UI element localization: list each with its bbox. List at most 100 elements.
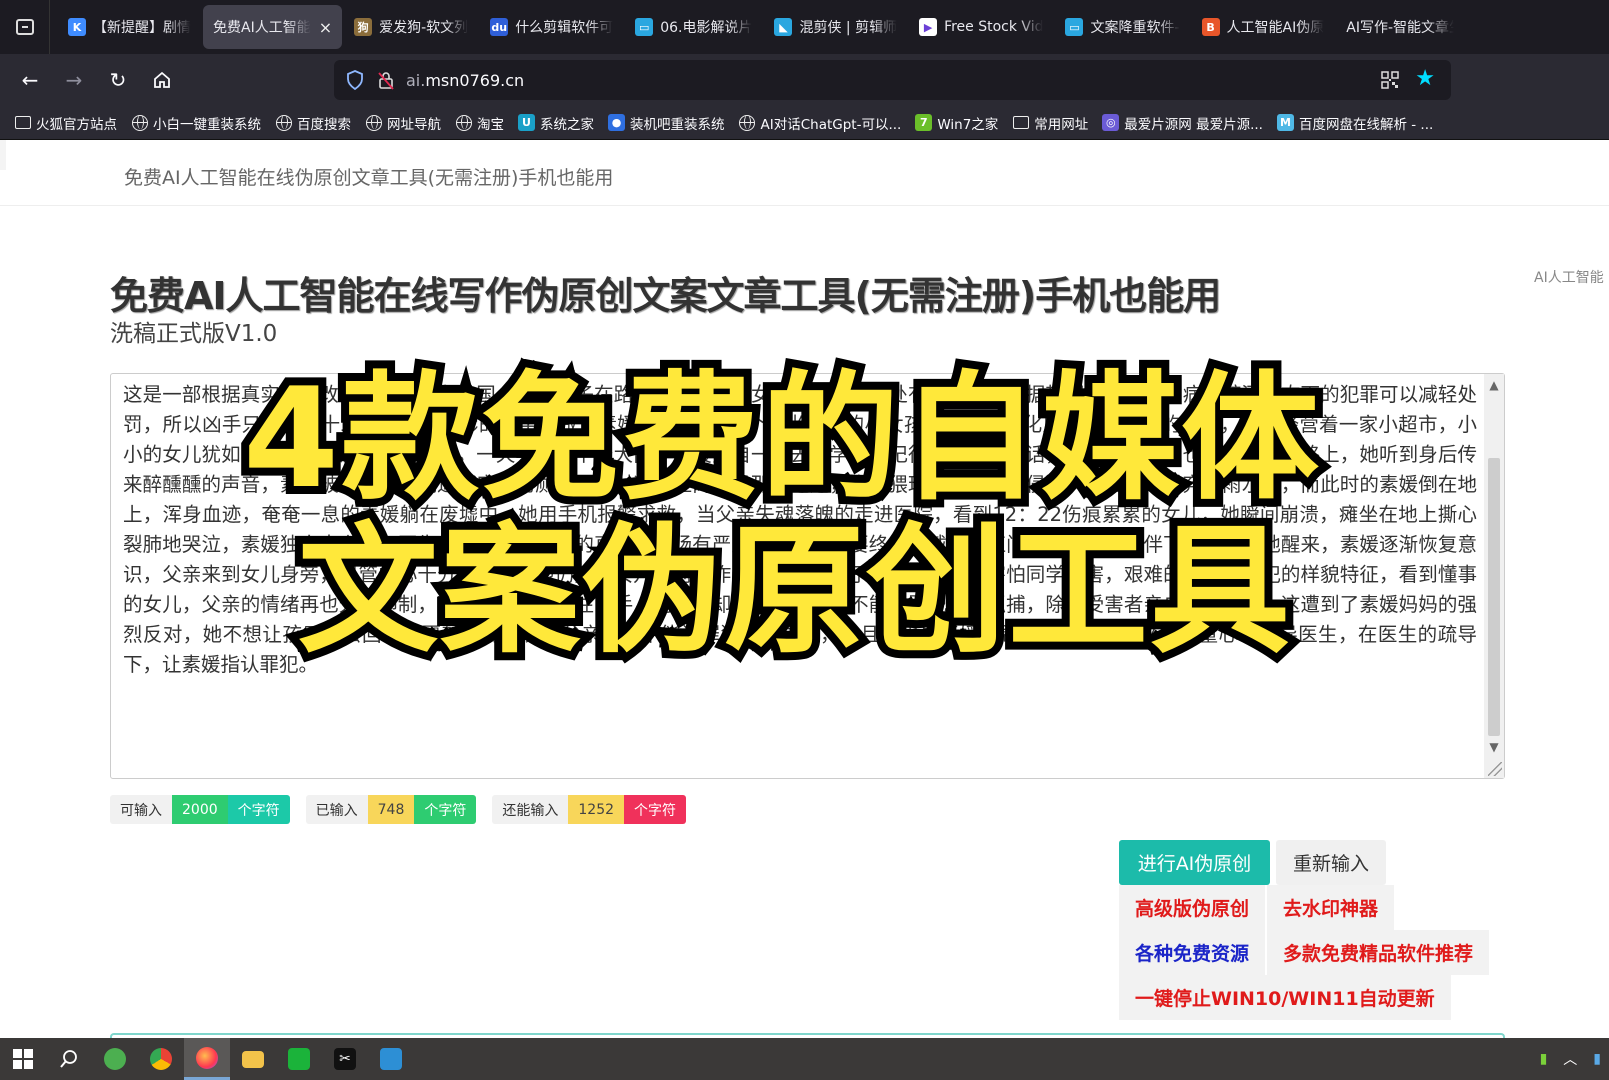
green-app-taskbar-item[interactable] (276, 1038, 322, 1080)
url-host: msn0769.cn (425, 70, 525, 90)
counter-label: 可输入 (110, 795, 172, 824)
scroll-up-icon[interactable]: ▲ (1484, 376, 1504, 394)
article-textarea[interactable]: 这是一部根据真实事件改编的电影，在韩国，一名男子在路边强奸了一个女童，其后被判处… (110, 373, 1505, 779)
counter-value: 748 (367, 795, 415, 824)
globe-icon (455, 114, 472, 131)
firefox-icon (196, 1046, 218, 1069)
page-title: 免费AI人工智能在线写作伪原创文案文章工具(无需注册)手机也能用 (110, 274, 1221, 318)
file-explorer-icon (242, 1050, 264, 1068)
char-counter: 可输入 2000 个字符 (110, 795, 290, 824)
tab[interactable]: K 【新提醒】剧情 (58, 5, 201, 49)
file-explorer-taskbar-item[interactable] (230, 1038, 276, 1080)
address-bar[interactable]: ai.msn0769.cn ★ (334, 60, 1451, 100)
software-recommend-link[interactable]: 多款免费精品软件推荐 (1267, 930, 1490, 975)
site-favicon-icon: ● (608, 114, 625, 131)
tab-title: 什么剪辑软件可 (515, 20, 614, 36)
close-tab-icon[interactable]: × (319, 18, 332, 37)
bookmark-label: 网址导航 (387, 116, 441, 133)
battery-icon[interactable]: ▮ (1540, 1051, 1548, 1067)
side-note: AI人工智能 (1534, 270, 1604, 286)
tab-title: 混剪侠 | 剪辑师 (799, 20, 898, 36)
tab[interactable]: AI写作-智能文章生 (1336, 5, 1464, 49)
bookmark-label: 装机吧重装系统 (630, 116, 725, 133)
tab-title: 06.电影解说片 (660, 20, 753, 36)
tab[interactable]: B 人工智能AI伪原 (1192, 5, 1335, 49)
counter-label: 还能输入 (492, 795, 569, 824)
dog-icon: 狗 (354, 18, 373, 36)
bookmark-item[interactable]: ◎ 最爱片源网 最爱片源... (1102, 113, 1263, 133)
web-page: 免费AI人工智能在线伪原创文章工具(无需注册)手机也能用 AI人工智能 免费AI… (0, 140, 1609, 1038)
stop-windows-update-link[interactable]: 一键停止WIN10/WIN11自动更新 (1119, 975, 1451, 1020)
bookmark-item[interactable]: M 百度网盘在线解析 - ... (1276, 113, 1433, 133)
start-button[interactable] (0, 1038, 46, 1080)
bookmark-item[interactable]: ● 装机吧重装系统 (608, 113, 725, 133)
tab-active[interactable]: 免费AI人工智能 × (203, 5, 343, 49)
bookmark-item[interactable]: 7 Win7之家 (915, 113, 998, 133)
reset-button[interactable]: 重新输入 (1276, 840, 1386, 885)
tab[interactable]: ▭ 06.电影解说片 (625, 5, 762, 49)
tray-overflow-icon[interactable]: ︿ (1563, 1049, 1577, 1069)
bookmark-item[interactable]: AI对话ChatGpt-可以... (739, 113, 901, 133)
globe-icon (365, 114, 382, 131)
url-text[interactable]: ai.msn0769.cn (406, 71, 524, 90)
tab[interactable]: 狗爱发狗-软文列 (344, 5, 478, 49)
article-text[interactable]: 这是一部根据真实事件改编的电影，在韩国，一名男子在路边强奸了一个女童，其后被判处… (123, 380, 1477, 680)
bookmark-item[interactable]: 小白一键重装系统 (131, 113, 261, 133)
rewrite-button[interactable]: 进行AI伪原创 (1119, 840, 1270, 885)
blue-app-icon (380, 1048, 402, 1070)
reload-icon: ↻ (109, 68, 127, 92)
watermark-remover-link[interactable]: 去水印神器 (1267, 885, 1395, 930)
scrollbar-thumb[interactable] (1488, 458, 1500, 736)
counter-unit: 个字符 (227, 795, 290, 824)
forward-button[interactable]: → (52, 60, 96, 100)
tab[interactable]: du 什么剪辑软件可 (480, 5, 623, 49)
tab[interactable]: ▶ Free Stock Vid (909, 5, 1053, 49)
folder-icon (14, 114, 31, 131)
insecure-lock-icon[interactable] (376, 69, 396, 91)
tab[interactable]: ▭ 文案降重软件- (1055, 5, 1189, 49)
search-button[interactable] (46, 1038, 92, 1080)
bookmark-item[interactable]: 百度搜索 (275, 113, 351, 133)
capcut-taskbar-item[interactable]: ✂ (322, 1038, 368, 1080)
bookmark-item[interactable]: 淘宝 (455, 113, 504, 133)
chrome-taskbar-item[interactable] (138, 1038, 184, 1080)
bilibili-tv-icon: ▭ (1065, 18, 1084, 36)
bookmark-item[interactable]: 网址导航 (365, 113, 441, 133)
search-icon (60, 1050, 77, 1068)
scroll-down-icon[interactable]: ▼ (1484, 738, 1504, 756)
wechat-taskbar-item[interactable] (92, 1038, 138, 1080)
resize-handle-icon[interactable] (1488, 762, 1502, 776)
tab-list-icon (15, 19, 34, 35)
counter-value: 1252 (568, 795, 625, 824)
bookmark-star-icon[interactable]: ★ (1415, 67, 1435, 91)
bookmark-item[interactable]: 常用网址 (1012, 113, 1088, 133)
site-header: 免费AI人工智能在线伪原创文章工具(无需注册)手机也能用 (0, 140, 1609, 206)
bookmark-item[interactable]: U 系统之家 (518, 113, 594, 133)
tab-list-button[interactable] (0, 0, 50, 54)
bookmark-label: 小白一键重装系统 (153, 116, 261, 133)
wechat-icon (104, 1048, 126, 1070)
tab[interactable]: ◣ 混剪侠 | 剪辑师 (764, 5, 907, 49)
textarea-scrollbar[interactable]: ▲ ▼ (1484, 374, 1504, 778)
tracking-protection-icon[interactable] (344, 69, 366, 91)
system-tray: ▮ ︿ ▮ (1540, 1038, 1601, 1080)
tray-app-icon[interactable]: ▮ (1593, 1051, 1601, 1067)
home-button[interactable] (140, 60, 184, 100)
character-counters: 可输入 2000 个字符 已输入 748 个字符 还能输入 1252 个字符 (110, 795, 702, 824)
site-brand[interactable]: 免费AI人工智能在线伪原创文章工具(无需注册)手机也能用 (124, 163, 613, 190)
site-favicon-icon: M (1276, 114, 1294, 131)
blue-app-taskbar-item[interactable] (368, 1038, 414, 1080)
counter-value: 2000 (172, 795, 228, 824)
globe-icon (275, 114, 292, 131)
baidu-paw-icon: du (490, 18, 509, 36)
advanced-rewrite-link[interactable]: 高级版伪原创 (1119, 885, 1266, 930)
qr-code-icon[interactable] (1381, 71, 1399, 89)
reload-button[interactable]: ↻ (96, 60, 140, 100)
tab-strip: K 【新提醒】剧情 免费AI人工智能 × 狗爱发狗-软文列 du 什么剪辑软件可 ▭ 06.电影… (0, 0, 1609, 54)
free-resources-link[interactable]: 各种免费资源 (1119, 930, 1266, 975)
bookmark-item[interactable]: 火狐官方站点 (14, 113, 117, 133)
firefox-taskbar-item[interactable] (184, 1038, 230, 1080)
left-edge (0, 140, 6, 170)
back-button[interactable]: ← (8, 60, 52, 100)
tab-title: 【新提醒】剧情 (93, 20, 191, 36)
